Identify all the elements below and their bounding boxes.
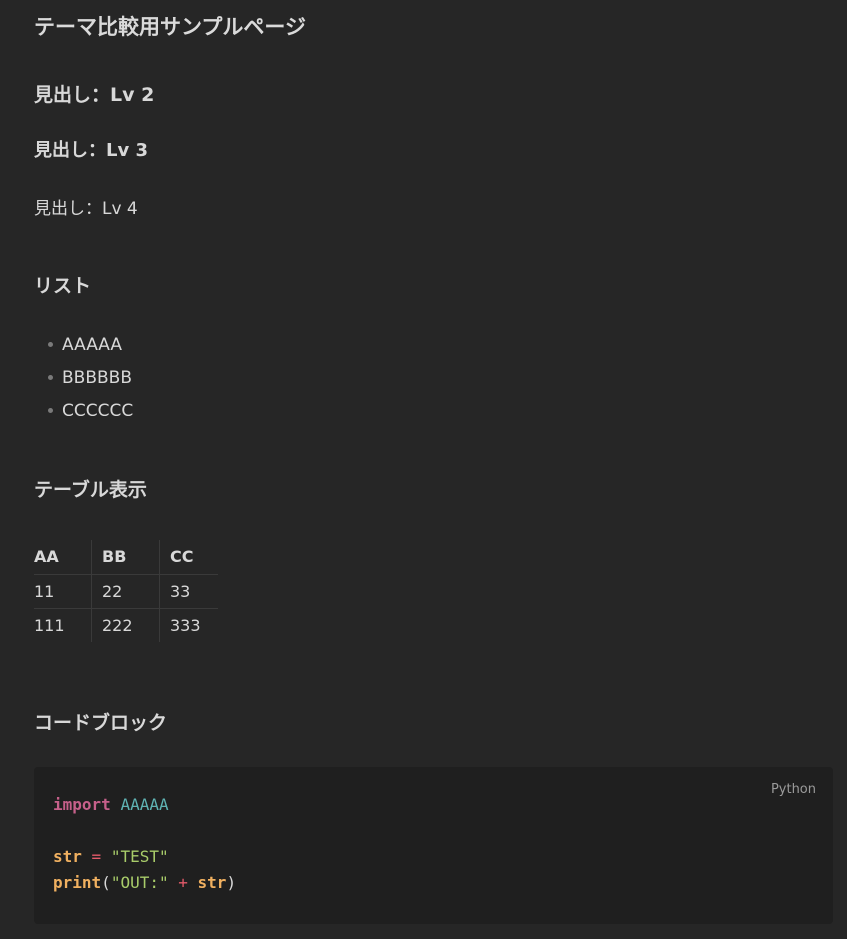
code-section-title: コードブロック (34, 712, 168, 734)
code-token-paren: ) (226, 873, 237, 892)
code-token-var: str (197, 873, 227, 892)
list-item: CCCCCC (48, 399, 133, 432)
list-item-label: CCCCCC (62, 401, 134, 421)
bullet-list: AAAAA BBBBBB CCCCCC (48, 333, 133, 432)
page: テーマ比較用サンプルページ 見出し：Lv 2 見出し：Lv 3 見出し：Lv 4… (0, 0, 847, 939)
code-token-string: "OUT:" (110, 873, 169, 892)
bullet-icon (48, 408, 53, 413)
list-item: AAAAA (48, 333, 133, 366)
column-header-bb: BB (91, 540, 160, 575)
code-token-assign: = (91, 847, 102, 866)
code-token-paren: ( (101, 873, 111, 892)
list-section-title: リスト (34, 275, 92, 297)
code-token-module: AAAAA (120, 795, 169, 814)
table-row: 11 22 33 (34, 574, 218, 609)
code-content[interactable]: import AAAAA str = "TEST" print("OUT:" +… (53, 792, 236, 896)
column-header-aa: AA (34, 547, 59, 566)
code-language-label: Python (770, 782, 816, 797)
heading-level-2: 見出し：Lv 2 (34, 84, 155, 106)
column-header-cc: CC (159, 540, 218, 575)
data-table: AA BB CC 11 22 33 111 222 333 (34, 540, 218, 642)
code-block[interactable]: Python import AAAAA str = "TEST" print("… (34, 767, 833, 924)
table-section-title: テーブル表示 (34, 479, 147, 501)
table-cell: 333 (159, 608, 218, 642)
heading-level-3: 見出し：Lv 3 (34, 140, 148, 161)
heading-level-4: 見出し：Lv 4 (34, 199, 138, 219)
bullet-icon (48, 342, 53, 347)
code-token-string: "TEST" (110, 847, 169, 866)
list-item: BBBBBB (48, 366, 133, 399)
page-title: テーマ比較用サンプルページ (34, 15, 306, 39)
table-cell: 33 (159, 574, 218, 609)
bullet-icon (48, 375, 53, 380)
table-row: 111 222 333 (34, 608, 218, 642)
code-token-var: str (53, 847, 82, 866)
table-cell: 222 (91, 608, 160, 642)
code-token-import: import (53, 795, 111, 814)
code-token-function: print (53, 873, 102, 892)
list-item-label: BBBBBB (62, 368, 132, 388)
table-header-row: AA BB CC (34, 540, 218, 575)
table-cell: 22 (91, 574, 160, 609)
code-token-plus: + (178, 873, 188, 892)
table-cell: 11 (34, 574, 92, 609)
list-item-label: AAAAA (62, 335, 123, 355)
table-cell: 111 (34, 608, 92, 642)
